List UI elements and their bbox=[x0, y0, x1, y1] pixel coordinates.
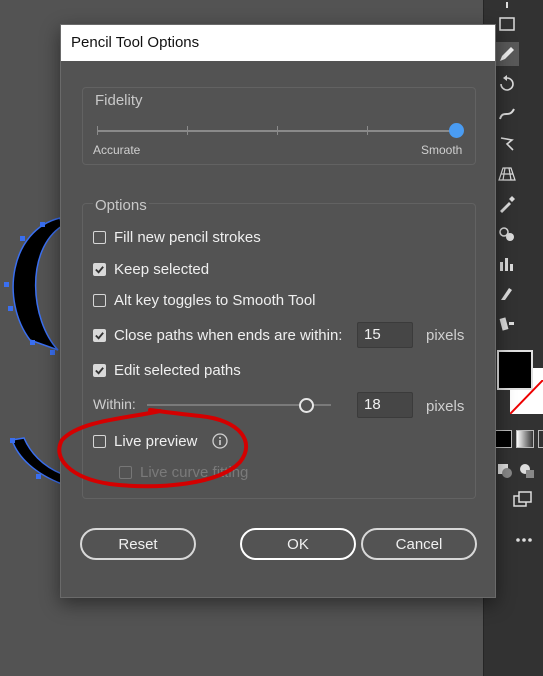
edit-selected-label: Edit selected paths bbox=[114, 361, 241, 379]
live-curve-fitting-option: Live curve fitting bbox=[119, 461, 248, 483]
edit-selected-option[interactable]: Edit selected paths bbox=[93, 359, 241, 381]
close-paths-unit: pixels bbox=[426, 327, 465, 344]
close-paths-value-input[interactable]: 15 bbox=[357, 322, 413, 348]
warp-tool-icon[interactable] bbox=[495, 102, 519, 126]
within-unit: pixels bbox=[426, 398, 465, 415]
alt-toggle-checkbox[interactable] bbox=[93, 293, 106, 307]
pencil-tool-options-dialog: Pencil Tool Options Fidelity Accurate Sm… bbox=[60, 24, 496, 598]
within-label: Within: bbox=[93, 396, 136, 412]
fidelity-tick bbox=[367, 126, 368, 135]
close-paths-option[interactable]: Close paths when ends are within: bbox=[93, 324, 342, 346]
fidelity-max-label: Smooth bbox=[421, 143, 463, 157]
live-preview-checkbox[interactable] bbox=[93, 434, 106, 448]
eyedropper-icon[interactable] bbox=[495, 192, 519, 216]
screen-mode-icon[interactable] bbox=[510, 488, 534, 512]
reset-button[interactable]: Reset bbox=[80, 528, 196, 560]
draw-behind-icon[interactable] bbox=[514, 458, 538, 482]
none-mode-icon[interactable] bbox=[538, 430, 543, 448]
cancel-button[interactable]: Cancel bbox=[361, 528, 477, 560]
ok-button[interactable]: OK bbox=[240, 528, 356, 560]
fidelity-tick bbox=[277, 126, 278, 135]
slice-tool-icon[interactable] bbox=[495, 282, 519, 306]
gradient-mode-icon[interactable] bbox=[516, 430, 534, 448]
dialog-title: Pencil Tool Options bbox=[61, 25, 495, 61]
graph-tool-icon[interactable] bbox=[495, 252, 519, 276]
within-value-input[interactable]: 18 bbox=[357, 392, 413, 418]
info-icon[interactable] bbox=[212, 433, 228, 449]
close-paths-label: Close paths when ends are within: bbox=[114, 326, 343, 344]
keep-selected-label: Keep selected bbox=[114, 260, 210, 278]
keep-selected-option[interactable]: Keep selected bbox=[93, 258, 209, 280]
alt-toggle-label: Alt key toggles to Smooth Tool bbox=[114, 291, 316, 309]
live-preview-label: Live preview bbox=[114, 432, 198, 450]
live-curve-fitting-label: Live curve fitting bbox=[140, 463, 249, 481]
close-paths-checkbox[interactable] bbox=[93, 328, 106, 342]
fill-new-strokes-label: Fill new pencil strokes bbox=[114, 228, 261, 246]
rectangle-tool-icon[interactable] bbox=[495, 12, 519, 36]
alt-toggle-option[interactable]: Alt key toggles to Smooth Tool bbox=[93, 289, 316, 311]
hand-tool-icon[interactable] bbox=[495, 312, 519, 336]
fidelity-slider-knob[interactable] bbox=[449, 123, 464, 138]
pencil-tool-icon[interactable] bbox=[495, 42, 519, 66]
fidelity-tick bbox=[187, 126, 188, 135]
more-tools-icon[interactable] bbox=[512, 528, 536, 552]
fill-new-strokes-option[interactable]: Fill new pencil strokes bbox=[93, 226, 261, 248]
color-mode-icon[interactable] bbox=[494, 430, 512, 448]
live-preview-option[interactable]: Live preview bbox=[93, 430, 197, 452]
live-curve-fitting-checkbox bbox=[119, 465, 132, 479]
rotate-tool-icon[interactable] bbox=[495, 72, 519, 96]
fidelity-tick bbox=[97, 126, 98, 135]
perspective-grid-icon[interactable] bbox=[495, 162, 519, 186]
fill-new-strokes-checkbox[interactable] bbox=[93, 230, 106, 244]
options-label: Options bbox=[93, 197, 149, 214]
fidelity-min-label: Accurate bbox=[93, 143, 141, 157]
blend-tool-icon[interactable] bbox=[495, 222, 519, 246]
within-slider-knob[interactable] bbox=[299, 398, 314, 413]
keep-selected-checkbox[interactable] bbox=[93, 262, 106, 276]
fidelity-label: Fidelity bbox=[93, 92, 145, 109]
free-transform-icon[interactable] bbox=[495, 132, 519, 156]
stroke-none-indicator bbox=[510, 380, 543, 414]
edit-selected-checkbox[interactable] bbox=[93, 363, 106, 377]
